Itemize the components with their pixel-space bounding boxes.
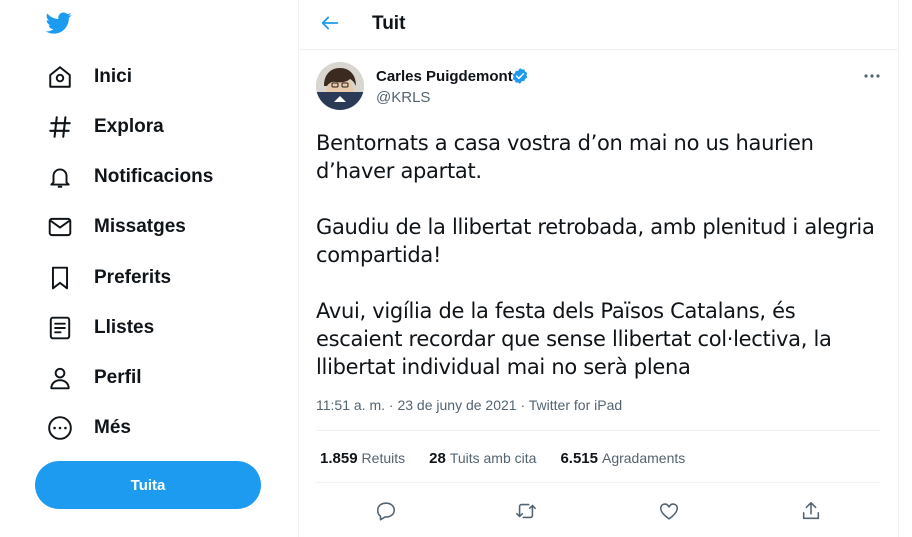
sidebar-item-messages[interactable]: Missatges <box>46 212 186 242</box>
bookmark-icon <box>46 264 74 292</box>
list-icon <box>46 314 74 342</box>
hashtag-icon <box>46 113 74 141</box>
twitter-bird-icon[interactable] <box>44 10 74 36</box>
main-column: Tuit Carles Puigdemont @KRLS Bentornats … <box>298 0 899 537</box>
sidebar-item-label: Més <box>94 417 131 438</box>
tweet-stats: 1.859 Retuits 28 Tuits amb cita 6.515 Agrad… <box>320 450 685 467</box>
like-heart-icon[interactable] <box>658 500 682 524</box>
page-title: Tuit <box>372 13 406 34</box>
bell-icon <box>46 163 74 191</box>
avatar[interactable] <box>316 62 364 110</box>
sidebar-item-label: Inici <box>94 66 133 87</box>
more-options-icon[interactable] <box>861 66 883 86</box>
sidebar-item-more[interactable]: Més <box>46 413 131 443</box>
home-icon <box>46 63 74 91</box>
sidebar-item-notifications[interactable]: Notificacions <box>46 162 213 192</box>
sidebar-item-explore[interactable]: Explora <box>46 112 164 142</box>
quotes-count: 28 <box>429 450 446 467</box>
tweet-date[interactable]: 23 de juny de 2021 <box>397 397 516 413</box>
quotes-label: Tuits amb cita <box>449 450 537 466</box>
likes-label: Agradaments <box>601 450 686 466</box>
envelope-icon <box>46 213 74 241</box>
tweet-paragraph: Avui, vigília de la festa dels Països Ca… <box>316 299 832 379</box>
tweet-button[interactable]: Tuita <box>35 461 261 509</box>
sidebar-item-label: Missatges <box>94 216 186 237</box>
verified-badge-icon <box>511 67 529 85</box>
divider <box>316 430 881 431</box>
divider <box>316 482 881 483</box>
sidebar-item-label: Notificacions <box>94 166 214 187</box>
sidebar-item-lists[interactable]: Llistes <box>46 313 154 343</box>
sidebar-item-label: Preferits <box>94 267 172 288</box>
separator-dot: · <box>385 397 398 413</box>
more-circle-icon <box>46 414 74 442</box>
tweet-source[interactable]: Twitter for iPad <box>529 397 622 413</box>
separator-dot: · <box>516 397 529 413</box>
author-handle[interactable]: @KRLS <box>376 89 430 106</box>
sidebar-item-profile[interactable]: Perfil <box>46 363 142 393</box>
retweets-label: Retuits <box>361 450 406 466</box>
reply-icon[interactable] <box>375 500 399 524</box>
back-arrow-icon[interactable] <box>319 12 343 36</box>
quotes-stat[interactable]: 28 Tuits amb cita <box>429 450 536 467</box>
retweets-stat[interactable]: 1.859 Retuits <box>320 450 405 467</box>
sidebar-item-label: Explora <box>94 116 164 137</box>
left-sidebar: Inici Explora Notificacions Missatges Pr… <box>0 0 298 537</box>
tweet-paragraph: Bentornats a casa vostra d’on mai no us … <box>316 131 814 183</box>
tweet-paragraph: Gaudiu de la llibertat retrobada, amb pl… <box>316 215 875 267</box>
share-icon[interactable] <box>800 500 824 524</box>
tweet-time[interactable]: 11:51 a. m. <box>316 397 385 413</box>
retweet-icon[interactable] <box>515 500 539 524</box>
sidebar-item-bookmarks[interactable]: Preferits <box>46 263 171 293</box>
likes-count: 6.515 <box>560 450 598 467</box>
sidebar-item-label: Perfil <box>94 367 142 388</box>
retweets-count: 1.859 <box>320 450 358 467</box>
tweet-metadata: 11:51 a. m. · 23 de juny de 2021 · Twitt… <box>316 397 622 413</box>
person-icon <box>46 364 74 392</box>
likes-stat[interactable]: 6.515 Agradaments <box>560 450 685 467</box>
tweet-text: Bentornats a casa vostra d’on mai no us … <box>316 129 886 409</box>
page-header: Tuit <box>299 0 898 50</box>
author-name[interactable]: Carles Puigdemont <box>376 68 513 85</box>
sidebar-item-home[interactable]: Inici <box>46 62 132 92</box>
sidebar-item-label: Llistes <box>94 317 155 338</box>
